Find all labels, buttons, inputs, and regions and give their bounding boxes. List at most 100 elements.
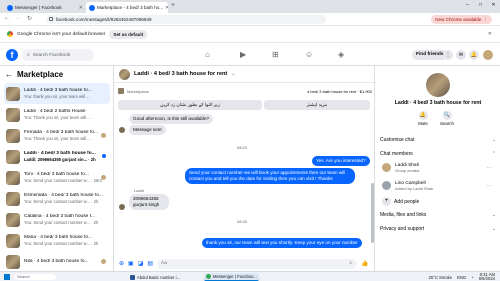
set-default-button[interactable]: Set as default — [109, 29, 148, 39]
conversation-item[interactable]: Maria · 4 bed/ 3 bath house fo... You: Se… — [4, 230, 110, 251]
close-window-button[interactable]: ✕ — [487, 0, 500, 9]
sticker-icon[interactable]: ◪ — [138, 260, 144, 267]
url-field[interactable]: facebook.com/messages/t/9263452487069949 — [46, 15, 326, 24]
conversation-title: Laddi · 4 bed/ 2 baths House — [24, 109, 86, 114]
gif-icon[interactable]: ▤ — [147, 260, 153, 267]
site-info-icon[interactable] — [49, 17, 53, 21]
outgoing-message: Yes. Are you interested? — [312, 156, 370, 166]
video-icon[interactable]: ▶ — [240, 50, 246, 59]
menu-grid-icon[interactable]: ⋮ — [443, 50, 453, 60]
clock-date: 6/6/2024 — [478, 276, 495, 281]
search-icon: ⌕ — [27, 53, 30, 58]
windows-start-icon[interactable] — [4, 274, 10, 280]
member-item[interactable]: Laddi Shah Group creator ··· — [382, 161, 492, 174]
new-tab-button[interactable]: + — [171, 2, 175, 9]
chevron-down-icon: ⌄ — [491, 137, 496, 143]
conversation-item[interactable]: Laddi · 4 bed/ 2 baths House You: Thank y… — [4, 104, 110, 125]
chat-panel: Laddi · 4 bed/ 3 bath house for rent ⌄ M… — [113, 66, 376, 271]
taskbar-search[interactable]: Search — [14, 274, 56, 280]
more-icon[interactable]: ··· — [487, 183, 492, 189]
conversation-text: Laddi · 4 bed/ 2 baths House You: Thank y… — [24, 109, 104, 120]
add-people-button[interactable]: + Add people — [382, 197, 419, 206]
member-role: Added by Laddi Shah — [395, 185, 434, 191]
minimize-button[interactable]: – — [461, 0, 474, 9]
tab-label: Marketplace - 4 bed/ 3 bath ho... — [97, 5, 164, 10]
media-files-section[interactable]: Media, files and links ⌄ — [380, 212, 496, 218]
search-input[interactable]: ⌕ Search Facebook — [22, 49, 94, 61]
chrome-update-button[interactable]: New Chrome available ⋮ — [431, 15, 492, 24]
tab-marketplace[interactable]: Marketplace - 4 bed/ 3 bath ho... ✕ — [86, 2, 168, 13]
back-button[interactable]: ← — [4, 15, 10, 21]
listing-thumbnail — [6, 233, 20, 248]
weather-text[interactable]: 25°C Smoke — [429, 275, 453, 280]
mute-button[interactable]: 🔔 Mute — [416, 111, 430, 126]
more-options-button[interactable]: مزید اپشنز — [264, 100, 370, 110]
update-label: New Chrome available — [435, 17, 482, 22]
conversation-item[interactable]: Laddi · 4 bed/ 3 bath house fo... Laddi: … — [4, 146, 110, 167]
conversation-preview: You: Send your contact number w... · 2h — [24, 241, 99, 246]
emoji-icon[interactable]: ☺ — [348, 261, 353, 266]
search-button[interactable]: 🔍 Search — [440, 111, 454, 126]
forward-button[interactable]: → — [15, 15, 21, 21]
default-browser-infobar: Google Chrome isn't your default browser… — [0, 26, 500, 43]
close-infobar-icon[interactable]: ✕ — [488, 31, 492, 37]
chat-scrollbar[interactable] — [371, 183, 374, 243]
customise-chat-section[interactable]: Customise chat ⌄ — [380, 137, 496, 143]
groups-icon[interactable]: ☺ — [305, 50, 313, 59]
taskbar-app-chrome[interactable]: Messenger | Faceboo... — [204, 273, 259, 281]
conversation-item[interactable]: Laddi · 4 bed/ 3 bath house fo... You: th… — [4, 83, 110, 104]
conversation-text: Toni · 4 bed/ 3 bath house fo... You: Sen… — [24, 172, 104, 183]
add-person-icon: + — [382, 197, 391, 206]
chevron-down-icon[interactable]: ⌄ — [231, 71, 235, 77]
message-input[interactable]: Aa ☺ — [157, 258, 358, 269]
taskbar-app-word[interactable]: Abdul Basic number i... — [128, 273, 182, 281]
windows-taskbar: Search Abdul Basic number i... Messenger… — [0, 271, 500, 281]
home-icon[interactable]: ⌂ — [205, 50, 210, 59]
conversation-item[interactable]: Catalina · 4 bed/ 3 bath house f... You: … — [4, 209, 110, 230]
facebook-logo-icon[interactable]: f — [6, 49, 18, 61]
conversation-item[interactable]: Fernada · 4 bed/ 3 bath house fo... You: … — [4, 125, 110, 146]
privacy-support-section[interactable]: Privacy and support ⌄ — [380, 226, 496, 232]
reload-button[interactable]: ↻ — [27, 15, 32, 22]
clock[interactable]: 8:31 AM 6/6/2024 — [478, 272, 495, 281]
language-indicator[interactable]: ENG — [457, 275, 466, 280]
messenger-icon[interactable]: ✉ — [456, 50, 466, 60]
marketplace-icon[interactable]: ⊞ — [272, 50, 279, 59]
marketplace-header: ← Marketplace — [5, 70, 63, 79]
close-tab-icon[interactable]: ✕ — [165, 5, 168, 11]
plus-icon[interactable]: ⊕ — [119, 260, 124, 267]
tab-messenger[interactable]: Messenger | Facebook ✕ — [4, 2, 86, 13]
url-text: facebook.com/messages/t/9263452487069949 — [56, 17, 152, 22]
unread-dot-icon — [102, 154, 106, 158]
more-menu-icon[interactable]: ⋮ — [483, 17, 488, 23]
message-placeholder: Aa — [161, 261, 167, 266]
conversation-text: Catalina · 4 bed/ 3 bath house f... You: … — [24, 214, 104, 225]
listing-bar[interactable]: Marketplace 4 bed/ 3 bath house for rent… — [118, 87, 372, 95]
conversation-title: Laddi · 4 bed/ 3 bath house fo... — [24, 151, 96, 156]
conversation-title: Fernada · 4 bed/ 3 bath house fo... — [24, 130, 98, 135]
maximize-button[interactable]: □ — [474, 0, 487, 9]
mark-as-pending-button[interactable]: زیر التوا کے بطور نشان زد کریں — [118, 100, 262, 110]
conversation-title: Catalina · 4 bed/ 3 bath house f... — [24, 214, 95, 219]
more-icon[interactable]: ··· — [487, 165, 492, 171]
chrome-logo-icon — [7, 31, 13, 37]
conversation-text: Maria · 4 bed/ 3 bath house fo... You: Se… — [24, 235, 104, 246]
marketplace-label: Marketplace — [127, 88, 149, 94]
member-item[interactable]: Lino Campbell Added by Laddi Shah ··· — [382, 179, 492, 192]
notifications-icon[interactable]: 🔔 — [469, 50, 479, 60]
gaming-icon[interactable]: ◈ — [338, 50, 344, 59]
conversation-item[interactable]: Toni · 4 bed/ 3 bath house fo... You: Sen… — [4, 167, 110, 188]
like-icon[interactable]: 👍 — [361, 260, 368, 267]
chat-members-section[interactable]: Chat members ⌃ — [380, 151, 496, 157]
chat-header[interactable]: Laddi · 4 bed/ 3 bath house for rent ⌄ — [114, 66, 376, 83]
conversation-item[interactable]: Esmeralda · 4 bed/ 3 bath house fo... You… — [4, 188, 110, 209]
member-role: Group creator — [395, 167, 420, 173]
close-tab-icon[interactable]: ✕ — [79, 5, 83, 11]
conversation-item[interactable]: Nita · 4 bed/ 3 bath house fo... — [4, 251, 110, 271]
wifi-icon[interactable]: ◔ — [471, 275, 474, 280]
profile-avatar[interactable] — [483, 50, 493, 60]
conversation-text: Laddi · 4 bed/ 3 bath house fo... You: th… — [24, 88, 104, 99]
back-arrow-icon[interactable]: ← — [5, 70, 13, 79]
image-icon[interactable]: ▣ — [128, 260, 134, 267]
window-controls: – □ ✕ — [461, 0, 500, 9]
